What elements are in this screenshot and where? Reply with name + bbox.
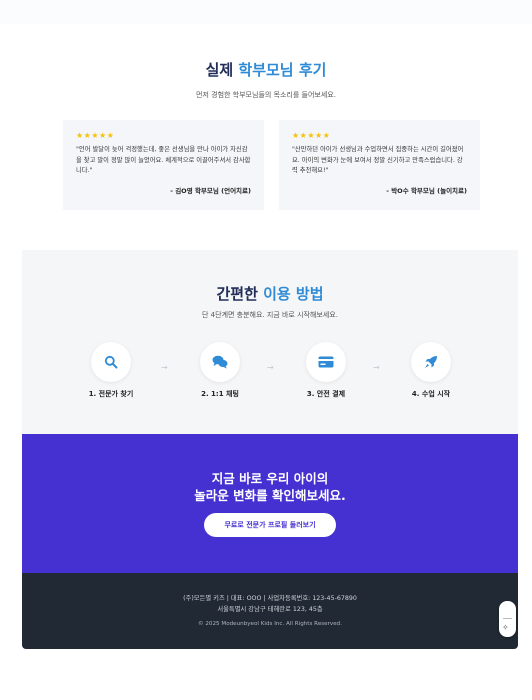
reviews-section: 실제 학부모님 후기 먼저 경험한 학부모님들의 목소리를 들어보세요. ★★★…	[0, 24, 532, 250]
review-author: - 박O수 학부모님 (놀이치료)	[386, 187, 467, 195]
cta-banner: 지금 바로 우리 아이의 놀라운 변화를 확인해보세요. 무료로 전문가 프로필…	[22, 434, 518, 573]
search-icon	[91, 342, 131, 382]
company-info: (주)모든별 키즈 | 대표: OOO | 사업자등록번호: 123-45-67…	[183, 595, 357, 602]
copyright: © 2025 Modeunbyeol Kids Inc. All Rights …	[197, 621, 342, 627]
site-footer: (주)모든별 키즈 | 대표: OOO | 사업자등록번호: 123-45-67…	[22, 573, 518, 649]
sparkle-icon[interactable]: ✧	[502, 623, 509, 633]
how-to-title: 간편한 이용 방법	[216, 285, 324, 303]
reviews-title: 실제 학부모님 후기	[205, 61, 327, 79]
review-quote: "산만하던 아이가 선생님과 수업하면서 집중하는 시간이 길어졌어요. 아이의…	[292, 146, 464, 174]
arrow-right-icon: →	[161, 363, 168, 372]
how-to-subtitle: 단 4단계면 충분해요. 지금 바로 시작해보세요.	[202, 311, 338, 319]
review-author: - 김O영 학부모님 (언어치료)	[170, 187, 251, 195]
company-address: 서울특별시 강남구 테헤란로 123, 45층	[217, 606, 323, 613]
reviews-subtitle: 먼저 경험한 학부모님들의 목소리를 들어보세요.	[196, 91, 336, 99]
floating-widget[interactable]: ✧	[499, 601, 516, 637]
step-find-expert: 1. 전문가 찾기	[66, 342, 156, 399]
cta-headline-second: 놀라운 변화를 확인해보세요.	[194, 488, 346, 503]
step-payment: 3. 안전 결제	[281, 342, 371, 399]
review-quote: "언어 발달이 늦어 걱정했는데, 좋은 선생님을 만나 아이가 자신감을 찾고…	[76, 146, 251, 174]
step-start-lesson: 4. 수업 시작	[386, 342, 476, 399]
how-to-section: 간편한 이용 방법 단 4단계면 충분해요. 지금 바로 시작해보세요. 1. …	[22, 250, 518, 434]
top-strip	[0, 0, 532, 24]
arrow-right-icon: →	[267, 363, 274, 372]
divider	[503, 618, 512, 619]
rocket-icon	[411, 342, 451, 382]
chat-icon	[200, 342, 240, 382]
arrow-right-icon: →	[373, 363, 380, 372]
review-card: ★★★★★ "언어 발달이 늦어 걱정했는데, 좋은 선생님을 만나 아이가 자…	[63, 120, 264, 210]
review-card: ★★★★★ "산만하던 아이가 선생님과 수업하면서 집중하는 시간이 길어졌어…	[279, 120, 480, 210]
step-chat: 2. 1:1 채팅	[175, 342, 265, 399]
star-rating-icon: ★★★★★	[292, 131, 331, 140]
step-label: 1. 전문가 찾기	[88, 390, 134, 398]
star-rating-icon: ★★★★★	[76, 131, 115, 140]
step-label: 3. 안전 결제	[306, 390, 346, 398]
card-icon	[306, 342, 346, 382]
step-label: 2. 1:1 채팅	[201, 390, 239, 398]
step-label: 4. 수업 시작	[411, 390, 451, 398]
browse-experts-button[interactable]: 무료로 전문가 프로필 둘러보기	[204, 513, 336, 537]
